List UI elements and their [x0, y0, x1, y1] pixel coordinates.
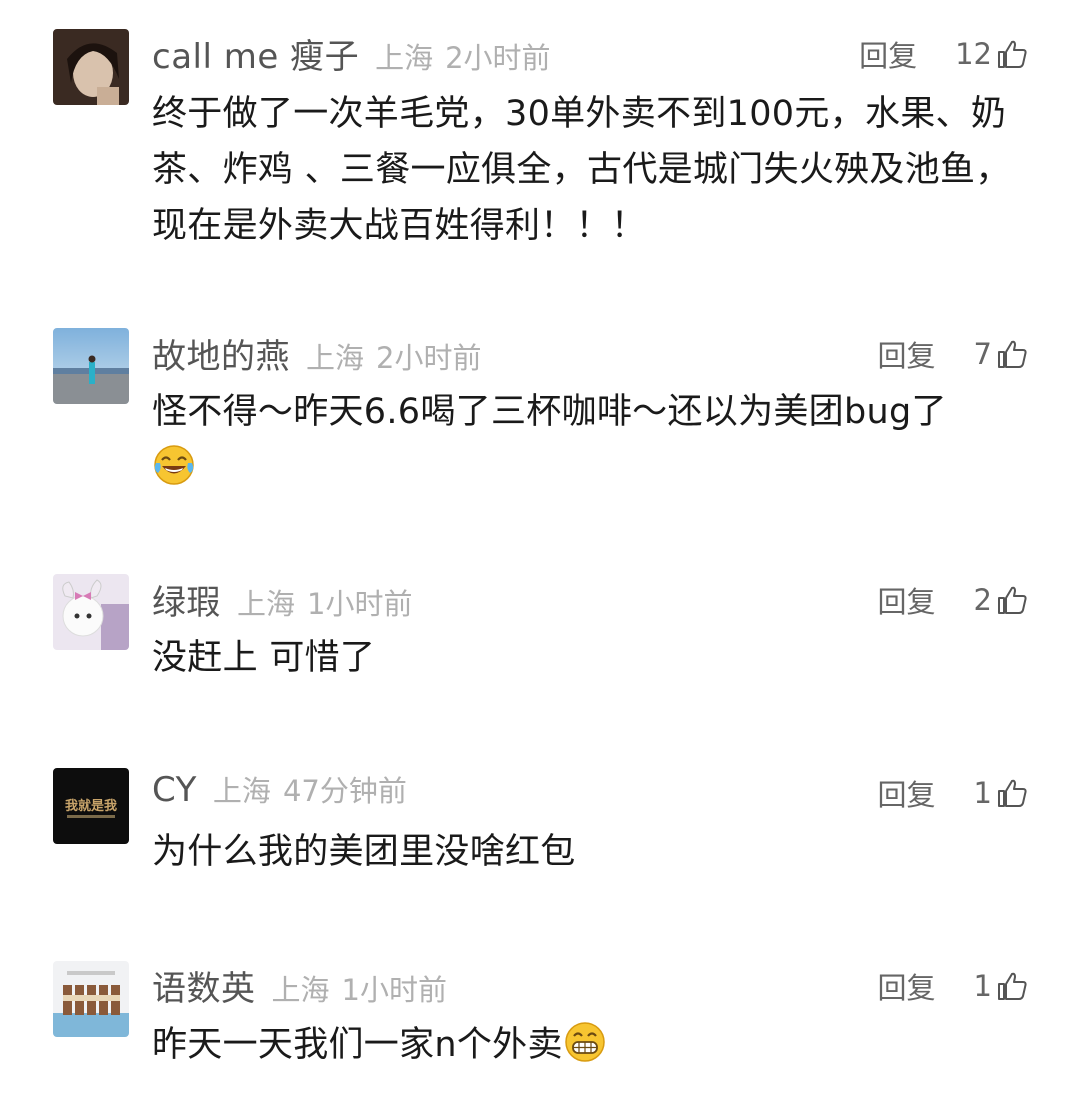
thumbs-up-icon [998, 586, 1027, 614]
avatar-image: 我就是我 [53, 768, 129, 844]
comment-meta: CY 上海 47分钟前 [152, 768, 407, 818]
avatar-image [53, 574, 129, 650]
like-button[interactable]: 7 [974, 337, 1028, 371]
avatar[interactable] [53, 29, 129, 105]
comment-text-content: 昨天一天我们一家n个外卖 [152, 1025, 563, 1065]
comment-meta: call me 瘦子 上海 2小时前 [152, 29, 551, 79]
like-count: 2 [973, 583, 992, 617]
username[interactable]: 绿瑕 [152, 575, 221, 624]
grinning-emoji-icon [565, 1022, 605, 1062]
comment-meta: 绿瑕 上海 1小时前 [152, 575, 412, 625]
avatar[interactable]: 我就是我 [53, 768, 129, 844]
like-count: 1 [973, 969, 992, 1003]
comment-text: 终于做了一次羊毛党，30单外卖不到100元，水果、奶茶、炸鸡 、三餐一应俱全，古… [152, 94, 1011, 246]
avatar[interactable] [53, 574, 129, 650]
reply-button[interactable]: 回复 [878, 333, 936, 375]
like-count: 7 [973, 337, 992, 371]
username[interactable]: call me 瘦子 [152, 29, 359, 78]
location: 上海 [271, 973, 330, 1007]
like-button[interactable]: 2 [974, 583, 1028, 617]
username[interactable]: 故地的燕 [152, 329, 290, 378]
avatar[interactable] [53, 961, 129, 1037]
avatar-text: 我就是我 [65, 798, 117, 814]
comment-actions: 回复 12 [859, 29, 1028, 79]
comment-text: 没赶上 可惜了 [152, 638, 376, 678]
comment-meta: 语数英 上海 1小时前 [152, 961, 447, 1011]
comment-text: 为什么我的美团里没啥红包 [152, 832, 576, 872]
thumbs-up-icon [998, 340, 1027, 368]
like-button[interactable]: 12 [955, 37, 1028, 71]
avatar-image [53, 29, 129, 105]
avatar[interactable] [53, 328, 129, 404]
like-count: 12 [955, 37, 992, 71]
timestamp: 2小时前 [376, 341, 482, 375]
username[interactable]: CY [152, 770, 197, 810]
username[interactable]: 语数英 [152, 961, 256, 1010]
reply-button[interactable]: 回复 [878, 579, 936, 621]
like-button[interactable]: 1 [974, 776, 1028, 810]
comment-meta: 故地的燕 上海 2小时前 [152, 329, 481, 379]
comment-text: 昨天一天我们一家n个外卖 [152, 1017, 1032, 1073]
timestamp: 1小时前 [307, 587, 413, 621]
like-button[interactable]: 1 [974, 969, 1028, 1003]
thumbs-up-icon [998, 779, 1027, 807]
comment-text: 怪不得～昨天6.6喝了三杯咖啡～还以为美团bug了 [152, 384, 1032, 496]
timestamp: 2小时前 [445, 41, 551, 75]
comment-actions: 回复 2 [878, 575, 1028, 625]
location: 上海 [306, 341, 365, 375]
thumbs-up-icon [998, 40, 1027, 68]
comment-actions: 回复 7 [878, 329, 1028, 379]
location: 上海 [375, 41, 434, 75]
reply-button[interactable]: 回复 [878, 965, 936, 1007]
avatar-image [53, 961, 129, 1037]
location: 上海 [237, 587, 296, 621]
reply-button[interactable]: 回复 [878, 772, 936, 814]
timestamp: 47分钟前 [282, 774, 407, 808]
thumbs-up-icon [998, 972, 1027, 1000]
like-count: 1 [973, 776, 992, 810]
comment-actions: 回复 1 [878, 768, 1028, 818]
timestamp: 1小时前 [341, 973, 447, 1007]
location: 上海 [212, 774, 271, 808]
comment-actions: 回复 1 [878, 961, 1028, 1011]
reply-button[interactable]: 回复 [859, 33, 917, 75]
comment-text-content: 怪不得～昨天6.6喝了三杯咖啡～还以为美团bug了 [152, 392, 947, 432]
avatar-image [53, 328, 129, 404]
tears-of-joy-emoji-icon [154, 445, 194, 485]
